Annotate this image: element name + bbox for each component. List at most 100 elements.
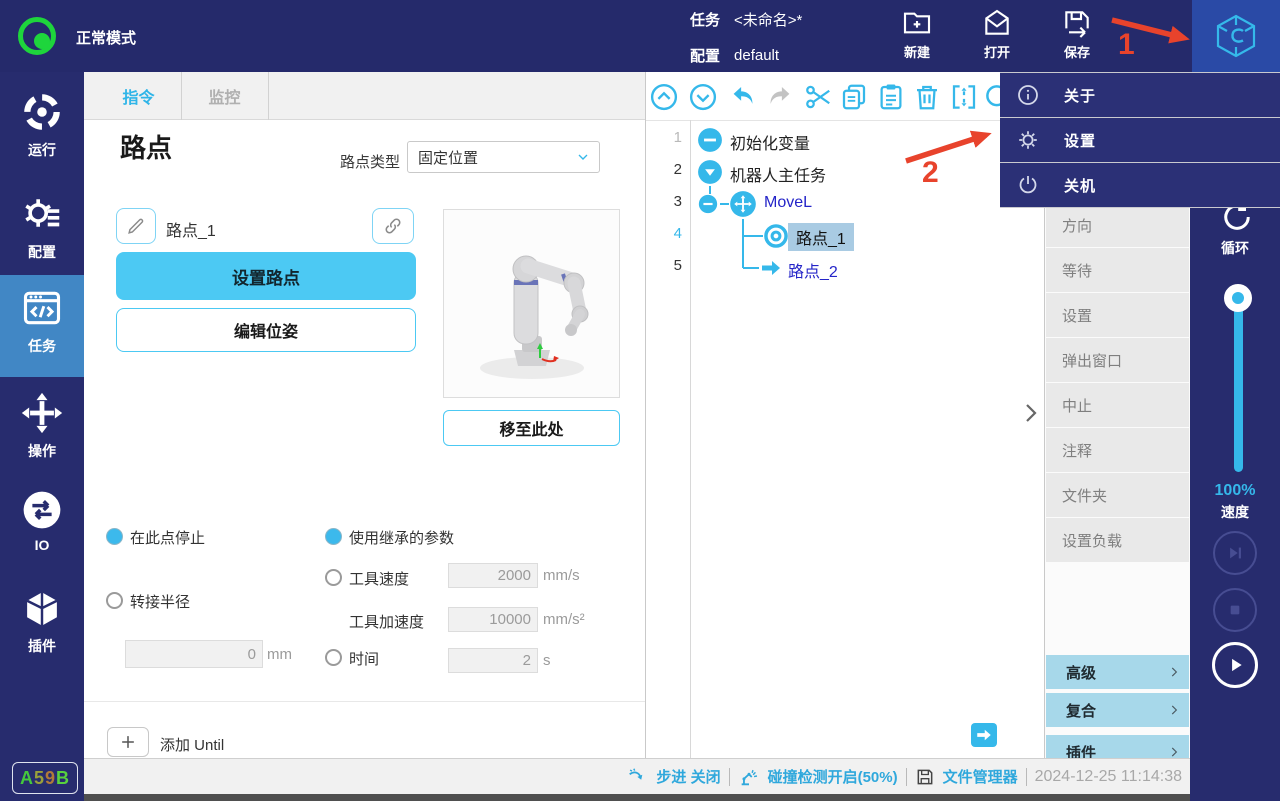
time-label: 时间 — [349, 651, 380, 668]
tree-node-init-vars[interactable]: 初始化变量 — [730, 130, 810, 154]
sidebar-item-io[interactable]: IO — [0, 489, 84, 553]
tree-line-number: 5 — [673, 257, 682, 274]
blend-radius-label: 转接半径 — [130, 594, 191, 611]
speed-slider-track[interactable] — [1234, 290, 1243, 472]
tree-connector-lines — [709, 186, 763, 269]
config-label: 配置 — [690, 48, 721, 65]
device-code-badge[interactable]: A 5 9 B — [12, 762, 78, 794]
menu-item-about[interactable]: 关于 — [1000, 73, 1280, 118]
waypoint-target-icon[interactable] — [763, 223, 789, 249]
rename-waypoint-button[interactable] — [116, 208, 156, 244]
sidebar-item-run[interactable]: 运行 — [0, 90, 84, 160]
step-forward-button[interactable] — [1213, 531, 1257, 575]
tool-accel-input[interactable] — [448, 607, 538, 632]
robot-preview-box — [443, 209, 620, 398]
speed-percent: 100% — [1214, 482, 1256, 499]
stop-at-point-radio[interactable] — [106, 528, 123, 545]
tree-line-number: 4 — [673, 225, 682, 242]
waypoint-type-select[interactable]: 固定位置 — [407, 141, 600, 173]
collapse-node-icon[interactable] — [697, 127, 723, 153]
tree-node-main-task[interactable]: 机器人主任务 — [730, 162, 826, 186]
link-icon — [382, 215, 404, 237]
tree-node-waypoint1-selected[interactable]: 路点_1 — [788, 223, 854, 251]
save-task-button[interactable]: 保存 — [1045, 3, 1109, 69]
blend-radius-input[interactable] — [125, 640, 263, 668]
move-here-button[interactable]: 移至此处 — [443, 410, 620, 446]
file-manager-link[interactable]: 文件管理器 — [943, 766, 1018, 787]
sidebar-item-config[interactable]: 配置 — [0, 190, 84, 262]
set-waypoint-button[interactable]: 设置路点 — [116, 252, 416, 300]
inherit-params-label: 使用继承的参数 — [349, 530, 455, 547]
panel-expander-chevron[interactable] — [1022, 400, 1040, 426]
info-icon — [1016, 83, 1040, 107]
edit-pose-button[interactable]: 编辑位姿 — [116, 308, 416, 352]
movel-icon[interactable] — [729, 190, 757, 218]
collision-detect-status[interactable]: 碰撞检测开启(50%) — [768, 766, 898, 787]
command-folder[interactable]: 文件夹 — [1046, 473, 1189, 517]
chevron-right-icon — [1167, 665, 1181, 679]
tool-speed-input[interactable] — [448, 563, 538, 588]
inherit-params-radio[interactable] — [325, 528, 342, 545]
status-bar: 步进 关闭 碰撞检测开启(50%) 文件管理器 2024-12-25 11:14… — [84, 758, 1190, 794]
program-tree-panel: 1 初始化变量 2 机器人主任务 3 MoveL 4 路点_1 5 路点_2 — [645, 72, 1046, 758]
group-composite[interactable]: 复合 — [1046, 693, 1189, 727]
command-comment[interactable]: 注释 — [1046, 428, 1189, 472]
group-composite-label: 复合 — [1066, 702, 1097, 720]
command-abort[interactable]: 中止 — [1046, 383, 1189, 427]
tab-divider — [268, 72, 269, 120]
command-set-payload[interactable]: 设置负载 — [1046, 518, 1189, 562]
command-set[interactable]: 设置 — [1046, 293, 1189, 337]
tool-accel-unit: mm/s² — [543, 611, 585, 628]
datetime-display: 2024-12-25 11:14:38 — [1034, 767, 1182, 785]
task-name: <未命名>* — [734, 12, 803, 29]
robot-status-icon[interactable] — [18, 17, 56, 55]
stop-at-point-label: 在此点停止 — [130, 530, 206, 547]
step-mode-status[interactable]: 步进 关闭 — [656, 766, 720, 787]
command-wait[interactable]: 等待 — [1046, 248, 1189, 292]
speed-slider-knob[interactable] — [1224, 284, 1252, 312]
save-icon — [1061, 7, 1093, 39]
group-advanced[interactable]: 高级 — [1046, 655, 1189, 689]
blend-radius-radio[interactable] — [106, 592, 123, 609]
tab-command[interactable]: 指令 — [96, 72, 181, 120]
sidebar-item-plugin[interactable]: 插件 — [0, 588, 84, 656]
arrow-right-icon — [975, 726, 993, 744]
badge-char: A — [19, 767, 34, 788]
new-task-button[interactable]: 新建 — [885, 3, 949, 69]
collapse-node-icon[interactable] — [698, 194, 718, 214]
robot-status-dot — [34, 33, 50, 49]
add-until-button[interactable] — [107, 727, 149, 757]
skip-icon — [1222, 540, 1248, 566]
tool-speed-radio[interactable] — [325, 569, 342, 586]
tab-monitor-label: 监控 — [208, 90, 241, 107]
tree-node-movel[interactable]: MoveL — [764, 194, 812, 212]
waypoint-title: 路点 — [120, 133, 173, 163]
system-menu-button[interactable] — [1192, 0, 1280, 72]
sidebar-task-label: 任务 — [28, 338, 56, 354]
move-arrows-icon — [20, 391, 64, 435]
link-waypoint-button[interactable] — [372, 208, 414, 244]
insert-command-arrow-button[interactable] — [971, 723, 997, 747]
command-direction[interactable]: 方向 — [1046, 203, 1189, 247]
menu-item-settings[interactable]: 设置 — [1000, 118, 1280, 163]
chevron-right-icon — [1167, 745, 1181, 759]
sidebar-item-jog[interactable]: 操作 — [0, 391, 84, 461]
add-until-label: 添加 Until — [160, 737, 225, 754]
menu-item-shutdown[interactable]: 关机 — [1000, 163, 1280, 208]
expand-node-icon[interactable] — [697, 159, 723, 185]
io-icon — [21, 489, 63, 531]
time-radio[interactable] — [325, 649, 342, 666]
stop-button[interactable] — [1213, 588, 1257, 632]
sidebar-item-task[interactable]: 任务 — [0, 286, 84, 356]
tab-monitor[interactable]: 监控 — [181, 72, 268, 120]
open-task-label: 打开 — [983, 45, 1010, 60]
sidebar-run-label: 运行 — [28, 142, 56, 158]
command-popup[interactable]: 弹出窗口 — [1046, 338, 1189, 382]
config-row: 配置 default — [690, 45, 779, 66]
tree-node-waypoint2[interactable]: 路点_2 — [788, 258, 838, 282]
open-task-button[interactable]: 打开 — [965, 3, 1029, 69]
play-button[interactable] — [1212, 642, 1258, 688]
time-input[interactable] — [448, 648, 538, 673]
save-task-label: 保存 — [1063, 45, 1090, 60]
waypoint-arrow-icon[interactable] — [759, 256, 783, 280]
